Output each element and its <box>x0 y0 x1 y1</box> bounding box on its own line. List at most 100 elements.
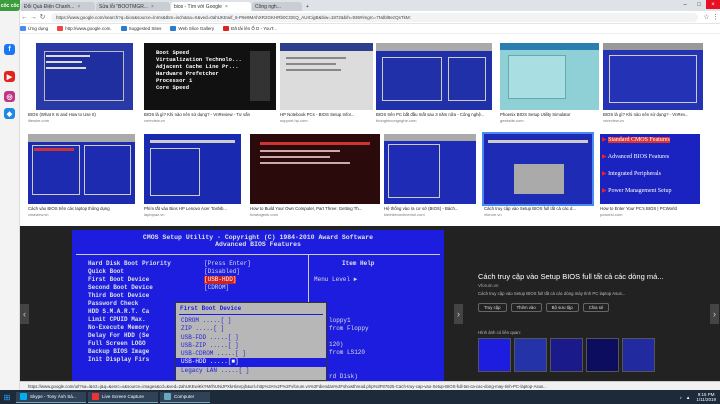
image-result[interactable] <box>28 134 135 204</box>
instagram-icon[interactable]: ◎ <box>4 91 15 102</box>
taskbar-item[interactable]: Live Screen Capture <box>88 391 158 403</box>
image-result[interactable] <box>280 43 373 110</box>
forward-icon[interactable]: → <box>29 14 38 21</box>
popup-option: USB-FDD .....[ ] <box>181 333 239 341</box>
close-icon[interactable]: × <box>151 4 154 10</box>
image-result[interactable] <box>144 134 241 204</box>
preview-source[interactable]: Vforum.vn <box>478 283 710 288</box>
taskbar: ⊞ Skype - Tony Ánh Sá... Live Screen Cap… <box>0 390 720 404</box>
collection-label: Bộ sưu tập <box>551 305 573 310</box>
volume-icon[interactable]: ♪ <box>680 395 682 400</box>
result-source: vnreview.vn <box>603 118 624 123</box>
related-image[interactable] <box>586 338 619 372</box>
related-image[interactable] <box>478 338 511 372</box>
result-caption[interactable]: BIOS trên PC bắt đầu mất sau 3 năm nữa -… <box>376 112 492 117</box>
tab-label: Đổi Quà Điện Chanh... <box>24 3 75 10</box>
browser-tab-active[interactable]: bios - Tìm với Google × <box>171 2 251 11</box>
next-result-arrow-icon[interactable]: › <box>710 304 719 324</box>
related-image[interactable] <box>622 338 655 372</box>
toolbar: ← → ↻ https://www.google.com/search?q=bi… <box>20 11 720 24</box>
facebook-icon[interactable]: f <box>4 44 15 55</box>
visit-button[interactable]: Truy cập <box>478 303 507 312</box>
bios-item: Password Check <box>88 300 139 307</box>
result-caption[interactable]: BIOS (What It Is and How to Use It) <box>28 112 138 117</box>
image-result[interactable]: ▶ Standard CMOS Features ▶ Advanced BIOS… <box>600 134 700 204</box>
bios-item: Third Boot Device <box>88 292 150 299</box>
result-caption[interactable]: Phím tắt vào Bios HP Lenovo Acer Toshib.… <box>144 206 244 211</box>
minimize-icon[interactable]: – <box>678 0 692 9</box>
related-image[interactable] <box>550 338 583 372</box>
messenger-icon[interactable]: ◆ <box>4 108 15 119</box>
browser-tab[interactable]: Công ngh... <box>252 2 302 11</box>
taskbar-item[interactable]: Computer <box>160 391 210 403</box>
result-source: support.hp.com <box>280 118 308 123</box>
menu-icon[interactable]: ⋮ <box>711 13 720 21</box>
bookmarks-bar: Ứng dụng http://www.google.com. Suggeste… <box>20 24 720 34</box>
bookmark-item[interactable]: Web Slice Gallery <box>170 26 214 31</box>
bios-value-selected: [USB-HDD] <box>204 276 237 284</box>
maximize-icon[interactable]: □ <box>692 0 706 9</box>
address-bar[interactable]: https://www.google.com/search?q=bios&sou… <box>51 12 698 22</box>
image-result[interactable] <box>603 43 703 110</box>
bios-menu-item: ▶ Standard CMOS Features <box>602 137 670 143</box>
result-source: howtogeek.com <box>250 212 279 217</box>
preview-title[interactable]: Cách truy cập vào Setup BIOS full tất cả… <box>478 272 710 281</box>
close-icon[interactable]: × <box>225 4 228 10</box>
image-result[interactable] <box>384 134 476 204</box>
bookmark-item[interactable]: Suggested Sites <box>120 26 161 31</box>
result-caption[interactable]: BIOS là gì? Khi nào nên sử dụng? - VnRev… <box>603 112 703 117</box>
image-result[interactable] <box>500 43 599 110</box>
result-caption[interactable]: How to Build Your Own Computer, Part Thr… <box>250 206 380 211</box>
popup-option-selected: USB-HDD .....[■] <box>176 358 326 367</box>
back-icon[interactable]: ← <box>20 14 29 21</box>
preview-actions: Truy cập Thêm vào Bộ sưu tập Chia sẻ <box>478 303 613 312</box>
popup-option: USB-CDROM .....[ ] <box>181 350 246 358</box>
close-icon[interactable]: × <box>77 4 80 10</box>
bios-value: [Disabled] <box>204 268 241 275</box>
bios-header: CMOS Setup Utility - Copyright (C) 1984-… <box>72 234 444 248</box>
network-icon[interactable]: ▲ <box>686 395 690 400</box>
image-result[interactable] <box>36 43 133 110</box>
image-result[interactable] <box>376 43 492 110</box>
image-result-selected[interactable] <box>482 132 594 206</box>
windows-start-icon[interactable]: ⊞ <box>0 390 14 404</box>
bookmark-item[interactable]: Đã tải lên Ổ D - YouT... <box>223 26 277 31</box>
close-window-icon[interactable]: × <box>706 0 720 9</box>
bios-item: Delay For HDD (Se <box>88 332 150 339</box>
bios-fragment: from Floppy <box>329 325 369 332</box>
result-caption[interactable]: How to Enter Your PC's BIOS | PCWorld <box>600 206 710 211</box>
bios-item: Second Boot Device <box>88 284 153 291</box>
bookmark-item[interactable]: http://www.google.com. <box>57 26 112 31</box>
clock[interactable]: 9:15 PM 1/11/2019 <box>696 392 716 402</box>
share-button[interactable]: Chia sẻ <box>582 303 610 312</box>
browser-tab[interactable]: Đổi Quà Điện Chanh... × <box>21 2 95 11</box>
bookmark-label: Web Slice Gallery <box>178 26 215 31</box>
bookmark-item[interactable]: Ứng dụng <box>20 26 48 31</box>
result-caption[interactable]: Cách truy cập vào Setup BIOS full tất cả… <box>484 206 596 211</box>
collection-button[interactable]: Bộ sưu tập <box>545 303 579 312</box>
browser-tab[interactable]: Sửa lỗi "BOOTMGR... × <box>96 2 170 11</box>
result-caption[interactable]: Cách vào BIOS trên các laptop thông dụng <box>28 206 138 211</box>
bios-fragment: rd Disk) <box>329 373 358 380</box>
related-image[interactable] <box>514 338 547 372</box>
result-caption[interactable]: Phoenix BIOS Setup Utility Simulator <box>500 112 599 117</box>
result-source: vnreview.vn <box>144 118 165 123</box>
coccoc-logo[interactable]: cốc cốc <box>0 0 20 11</box>
result-caption[interactable]: HP Notebook PCs - BIOS Setup Infor... <box>280 112 373 117</box>
image-result[interactable] <box>250 134 380 204</box>
reload-icon[interactable]: ↻ <box>38 13 47 21</box>
youtube-icon[interactable]: ▶ <box>4 71 15 82</box>
taskbar-item[interactable]: Skype - Tony Ánh Sá... <box>16 391 86 403</box>
star-icon[interactable]: ☆ <box>702 13 711 21</box>
next-arrow-icon[interactable]: › <box>454 304 463 324</box>
prev-arrow-icon[interactable]: ‹ <box>20 304 29 324</box>
result-caption[interactable]: BIOS là gì? Khi nào nên sử dụng? - VnRev… <box>144 112 279 117</box>
preview-image[interactable]: CMOS Setup Utility - Copyright (C) 1984-… <box>72 230 444 381</box>
result-caption[interactable]: Hệ thống vào ra cơ sở (BIOS) - Bách... <box>384 206 478 211</box>
save-button[interactable]: Thêm vào <box>510 303 542 312</box>
bookmark-label: http://www.google.com. <box>65 26 112 31</box>
tab-label: Công ngh... <box>255 3 281 10</box>
result-source: lifewire.com <box>28 118 50 123</box>
image-result[interactable]: Boot Speed Virtualization Technolo... Adja… <box>144 43 276 110</box>
new-tab-button[interactable]: + <box>303 2 315 11</box>
